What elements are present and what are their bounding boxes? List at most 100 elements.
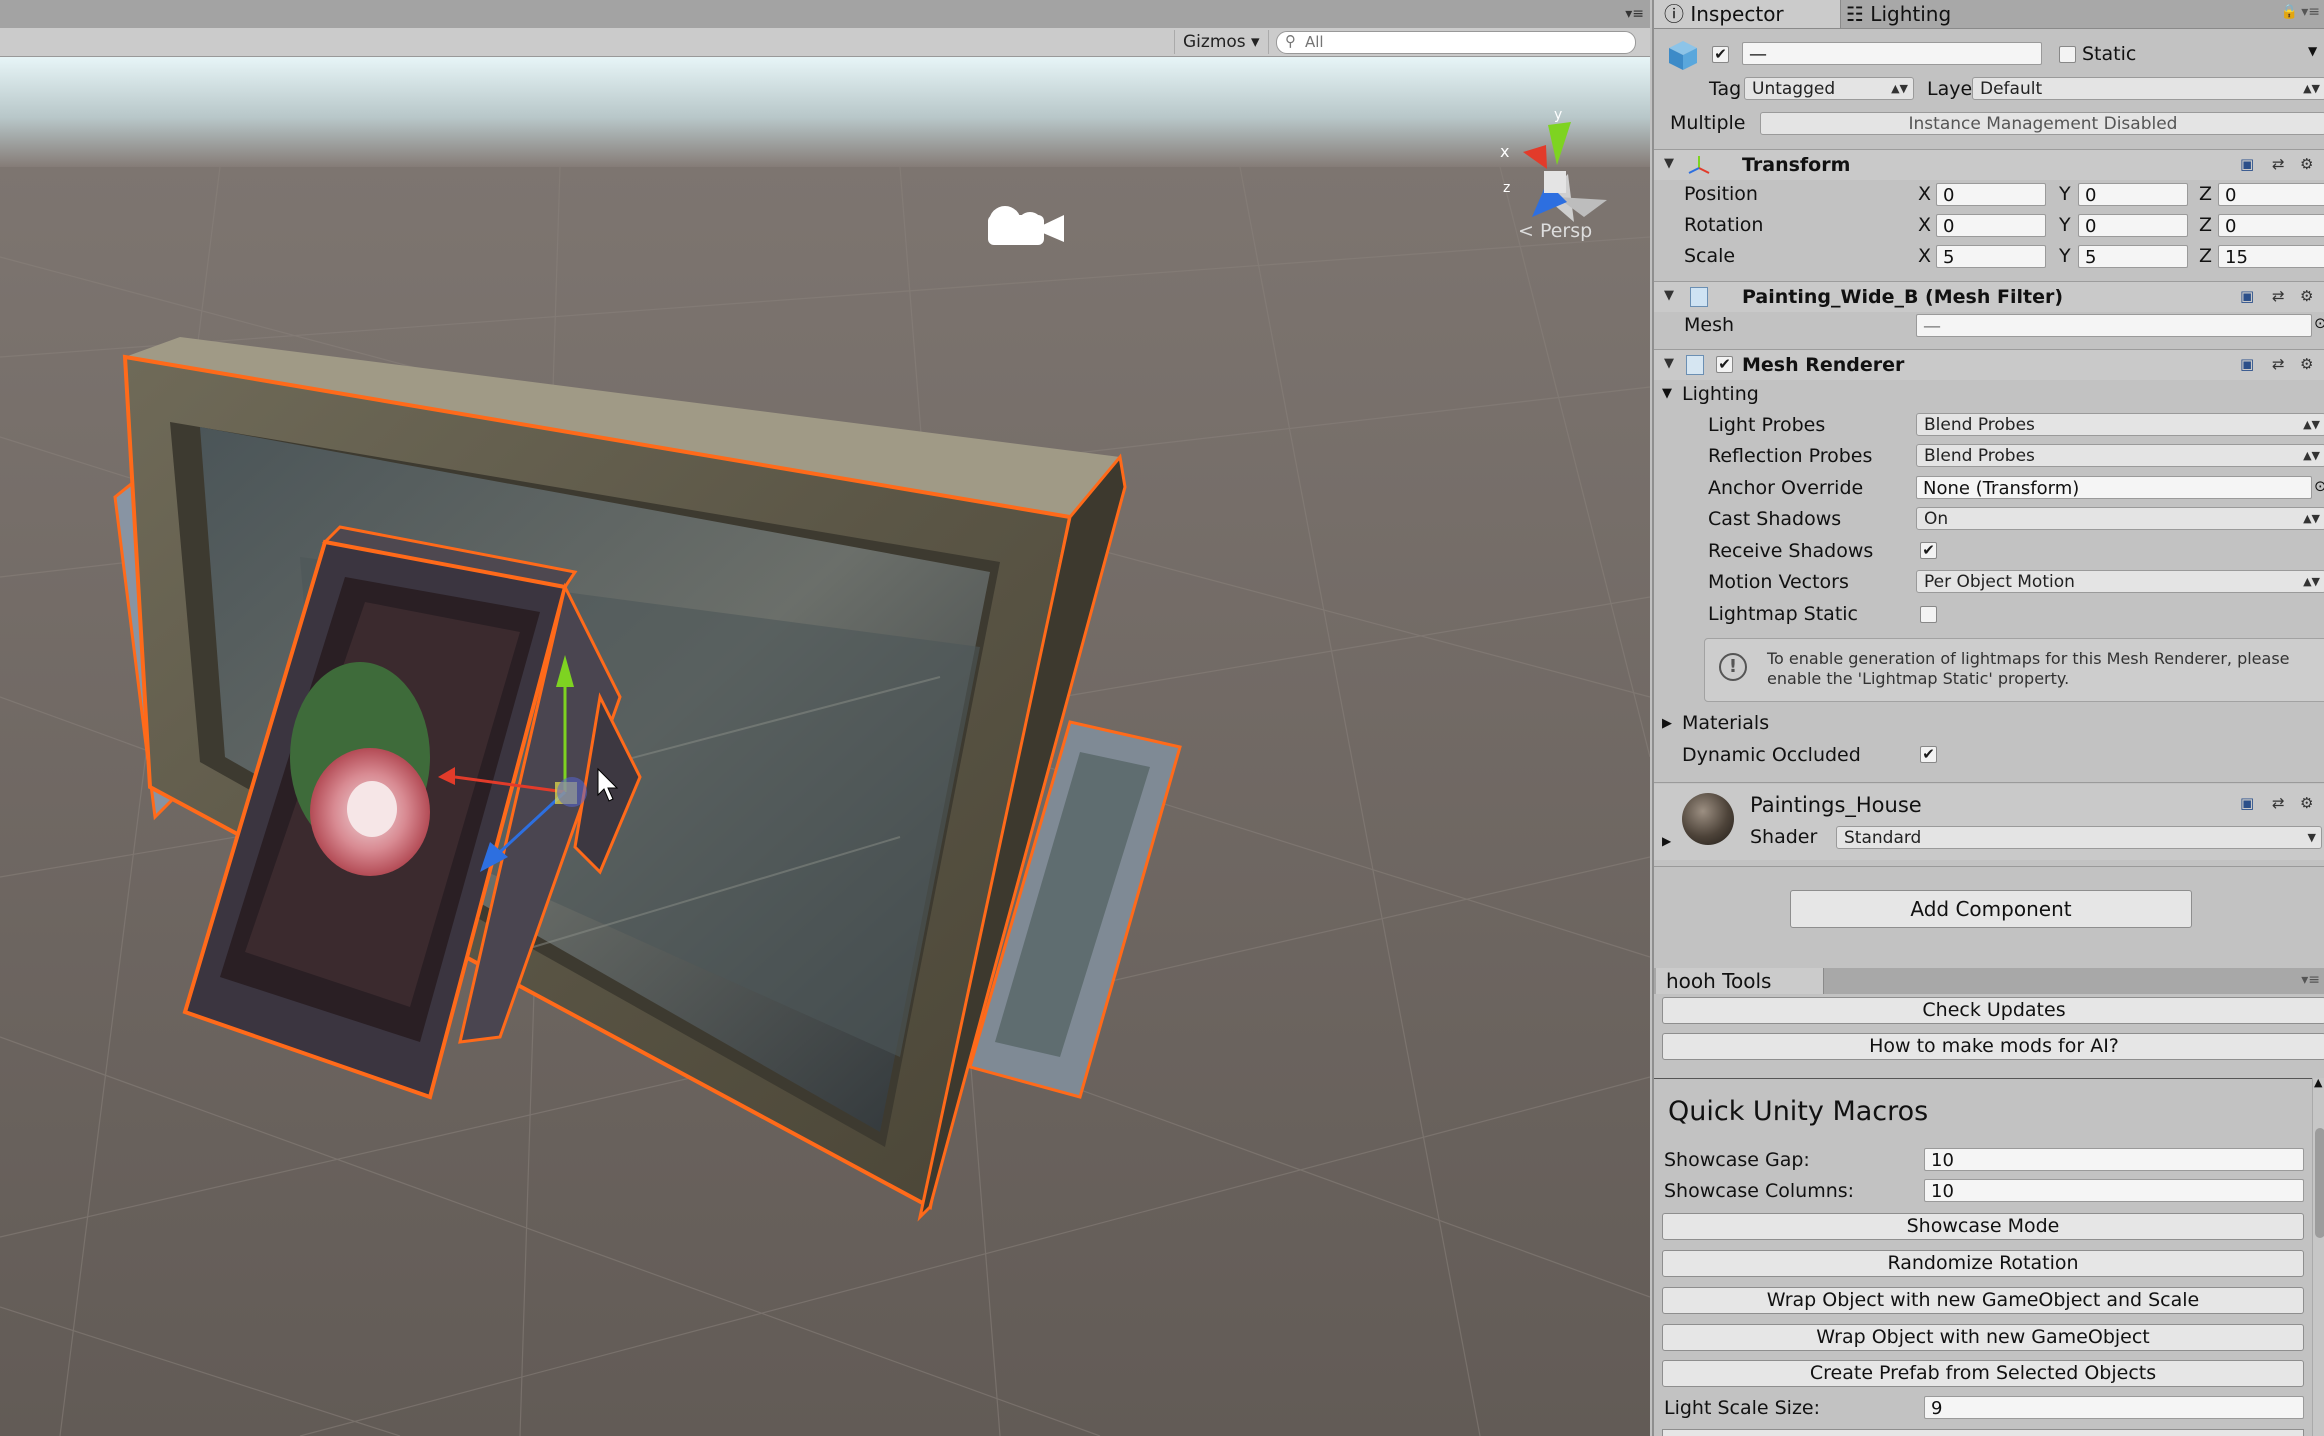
tag-dropdown[interactable]: Untagged ▲▼	[1744, 77, 1914, 100]
help-book-icon[interactable]: ▣	[2240, 355, 2254, 373]
wrap-object-scale-button[interactable]: Wrap Object with new GameObject and Scal…	[1662, 1287, 2304, 1314]
layer-dropdown[interactable]: Default ▲▼	[1972, 77, 2324, 100]
x-label[interactable]: X	[1918, 214, 1931, 236]
randomize-rotation-button[interactable]: Randomize Rotation	[1662, 1250, 2304, 1277]
light-probes-label: Light Probes	[1708, 414, 1826, 436]
scrollbar-thumb[interactable]	[2315, 1128, 2324, 1238]
preset-icon[interactable]: ⇄	[2272, 355, 2285, 373]
panel-menu-icon[interactable]: ▾≡	[2301, 972, 2320, 988]
scroll-up-arrow-icon[interactable]: ▲	[2314, 1076, 2322, 1089]
gear-icon[interactable]: ⚙	[2300, 287, 2313, 305]
showcase-gap-field[interactable]: 10	[1924, 1148, 2304, 1171]
help-book-icon[interactable]: ▣	[2240, 287, 2254, 305]
reflection-probes-value: Blend Probes	[1924, 446, 2035, 466]
z-label[interactable]: Z	[2199, 183, 2212, 205]
mesh-renderer-header[interactable]: ▼ ✔ Mesh Renderer ▣ ⇄ ⚙	[1654, 349, 2324, 380]
info-text-line1: To enable generation of lightmaps for th…	[1767, 649, 2290, 668]
y-label[interactable]: Y	[2059, 183, 2071, 205]
panel-menu-icon[interactable]: ▾≡	[2301, 4, 2320, 20]
tab-hooh-tools[interactable]: hooh Tools	[1656, 968, 1824, 994]
create-prefab-button[interactable]: Create Prefab from Selected Objects	[1662, 1360, 2304, 1387]
tab-inspector[interactable]: ⓘ Inspector	[1654, 0, 1841, 28]
z-label[interactable]: Z	[2199, 245, 2212, 267]
position-x-field[interactable]: 0	[1936, 183, 2046, 206]
help-book-icon[interactable]: ▣	[2240, 794, 2254, 812]
preset-icon[interactable]: ⇄	[2272, 794, 2285, 812]
y-label[interactable]: Y	[2059, 214, 2071, 236]
foldout-arrow-icon[interactable]: ▼	[1664, 156, 1674, 171]
divider	[1654, 1078, 2324, 1079]
object-picker-icon[interactable]: ⊙	[2314, 314, 2324, 332]
light-probes-dropdown[interactable]: Blend Probes ▲▼	[1916, 413, 2324, 436]
transform-header[interactable]: ▼ Transform ▣ ⇄ ⚙	[1654, 149, 2324, 180]
light-scale-size-field[interactable]: 9	[1924, 1396, 2304, 1419]
check-updates-button[interactable]: Check Updates	[1662, 997, 2324, 1024]
y-label[interactable]: Y	[2059, 245, 2071, 267]
materials-foldout-icon[interactable]: ▶	[1662, 716, 1672, 731]
foldout-arrow-icon[interactable]: ▼	[1664, 356, 1674, 371]
gameobject-name-field[interactable]: —	[1742, 42, 2042, 65]
skybox	[0, 57, 1650, 167]
foldout-arrow-icon[interactable]: ▼	[1664, 288, 1674, 303]
lighting-section-label[interactable]: Lighting	[1682, 383, 1759, 405]
lock-icon[interactable]: 🔒	[2281, 4, 2298, 20]
static-checkbox[interactable]	[2059, 46, 2076, 63]
wrap-object-button[interactable]: Wrap Object with new GameObject	[1662, 1324, 2304, 1351]
showcase-mode-button[interactable]: Showcase Mode	[1662, 1213, 2304, 1240]
lighting-foldout-icon[interactable]: ▼	[1662, 386, 1672, 401]
position-y-field[interactable]: 0	[2078, 183, 2188, 206]
gear-icon[interactable]: ⚙	[2300, 155, 2313, 173]
scale-z-field[interactable]: 15	[2218, 245, 2324, 268]
scale-y-field[interactable]: 5	[2078, 245, 2188, 268]
receive-shadows-checkbox[interactable]: ✔	[1920, 542, 1937, 559]
mesh-renderer-enabled-checkbox[interactable]: ✔	[1716, 356, 1733, 373]
motion-vectors-dropdown[interactable]: Per Object Motion ▲▼	[1916, 570, 2324, 593]
position-z-field[interactable]: 0	[2218, 183, 2324, 206]
material-foldout-icon[interactable]: ▶	[1662, 834, 1671, 848]
scene-viewport[interactable]: x y z	[0, 57, 1650, 1436]
z-label[interactable]: Z	[2199, 214, 2212, 236]
scale-x-field[interactable]: 5	[1936, 245, 2046, 268]
preset-icon[interactable]: ⇄	[2272, 155, 2285, 173]
how-to-make-mods-button[interactable]: How to make mods for AI?	[1662, 1033, 2324, 1060]
rotation-z-field[interactable]: 0	[2218, 214, 2324, 237]
mesh-filter-header[interactable]: ▼ Painting_Wide_B (Mesh Filter) ▣ ⇄ ⚙	[1654, 281, 2324, 312]
divider	[1654, 866, 2324, 867]
lightmap-static-checkbox[interactable]	[1920, 606, 1937, 623]
gear-icon[interactable]: ⚙	[2300, 794, 2313, 812]
hooh-tools-tab-bar: hooh Tools ▾≡	[1654, 968, 2324, 994]
help-book-icon[interactable]: ▣	[2240, 155, 2254, 173]
reflection-probes-dropdown[interactable]: Blend Probes ▲▼	[1916, 444, 2324, 467]
cast-shadows-dropdown[interactable]: On ▲▼	[1916, 507, 2324, 530]
projection-label[interactable]: < Persp	[1518, 220, 1592, 242]
gizmos-dropdown[interactable]: Gizmos ▾	[1174, 30, 1269, 54]
x-label[interactable]: X	[1918, 183, 1931, 205]
panel-menu-icon[interactable]: ▾≡	[1625, 6, 1644, 22]
anchor-override-field[interactable]: None (Transform)	[1916, 476, 2312, 499]
showcase-columns-field[interactable]: 10	[1924, 1179, 2304, 1202]
scene-view[interactable]: ▾≡ Gizmos ▾ ⚲ All x y z < Persp	[0, 0, 1650, 1436]
rotation-x-field[interactable]: 0	[1936, 214, 2046, 237]
info-icon: ⓘ	[1664, 2, 1691, 26]
vertical-scrollbar[interactable]: ▲	[2312, 1076, 2324, 1436]
material-preview-thumbnail[interactable]	[1682, 793, 1734, 845]
shader-dropdown[interactable]: Standard ▼	[1836, 826, 2322, 849]
materials-label[interactable]: Materials	[1682, 712, 1769, 734]
scene-search-input[interactable]	[1305, 33, 1615, 50]
static-label: Static	[2082, 43, 2137, 65]
scene-search-box[interactable]: ⚲	[1276, 31, 1636, 54]
object-picker-icon[interactable]: ⊙	[2314, 477, 2324, 495]
dynamic-occluded-checkbox[interactable]: ✔	[1920, 746, 1937, 763]
preset-icon[interactable]: ⇄	[2272, 287, 2285, 305]
tab-lighting[interactable]: ☷ Lighting	[1836, 0, 2026, 28]
x-label[interactable]: X	[1918, 245, 1931, 267]
gear-icon[interactable]: ⚙	[2300, 355, 2313, 373]
mesh-field[interactable]: —	[1916, 314, 2312, 337]
rotation-y-field[interactable]: 0	[2078, 214, 2188, 237]
lightmap-static-label: Lightmap Static	[1708, 603, 1858, 625]
showcase-columns-label: Showcase Columns:	[1664, 1180, 1855, 1202]
anchor-override-label: Anchor Override	[1708, 477, 1864, 499]
gameobject-active-checkbox[interactable]: ✔	[1712, 46, 1729, 63]
add-component-button[interactable]: Add Component	[1790, 890, 2192, 928]
static-dropdown-arrow-icon[interactable]: ▼	[2308, 44, 2317, 58]
